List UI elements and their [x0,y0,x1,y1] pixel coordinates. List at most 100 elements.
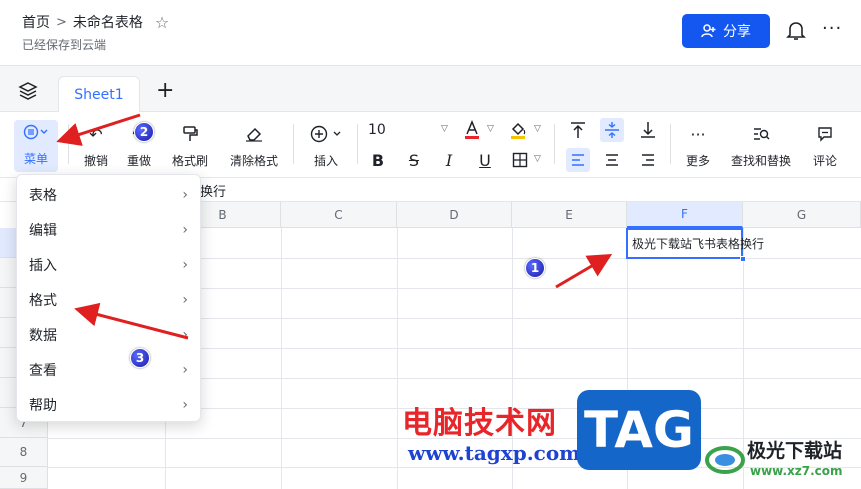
add-sheet-icon[interactable]: + [156,78,174,103]
eraser-icon [245,122,263,146]
chevron-down-icon[interactable]: ▽ [534,124,541,134]
align-left-icon[interactable] [566,148,590,172]
menu-item-data[interactable]: 数据 › [17,317,202,352]
align-center-icon[interactable] [600,148,624,172]
more-options-icon[interactable]: ··· [822,18,842,39]
comment-label: 评论 [812,154,837,168]
menu-item-edit[interactable]: 编辑 › [17,212,202,247]
fill-handle[interactable] [740,256,746,262]
border-icon[interactable] [508,148,532,172]
insert-button[interactable]: 插入 [306,122,346,169]
insert-label: 插入 [313,154,338,168]
align-bottom-icon[interactable] [636,118,660,142]
find-replace-icon [752,122,770,146]
align-top-icon[interactable] [566,118,590,142]
font-size-select[interactable]: 10 [368,118,408,142]
find-replace-label: 查找和替换 [730,154,791,168]
format-painter-button[interactable]: 格式刷 [168,122,212,169]
menu-item-label: 表格 [29,187,57,204]
chevron-right-icon: › [182,221,188,238]
more-icon: ··· [690,124,706,144]
chevron-right-icon: > [56,14,67,30]
italic-icon[interactable]: I [437,148,461,172]
menu-icon [23,120,49,144]
tab-sheet1[interactable]: Sheet1 [58,76,140,113]
watermark-url: www.tagxp.com [408,441,581,465]
main-menu-dropdown: 表格 › 编辑 › 插入 › 格式 › 数据 › 查看 › 帮助 › [16,174,201,422]
chevron-right-icon: › [182,256,188,273]
save-status: 已经保存到云端 [22,38,107,52]
menu-item-label: 数据 [29,327,57,344]
watermark-site-url: www.xz7.com [750,464,843,478]
toolbar-divider [293,124,294,164]
share-label: 分享 [723,24,751,40]
watermark-tag-logo: TAG [577,390,701,470]
toolbar-divider [670,124,671,164]
clear-format-label: 清除格式 [229,154,278,168]
menu-item-help[interactable]: 帮助 › [17,387,202,422]
align-right-icon[interactable] [636,148,660,172]
undo-button[interactable]: ↶ 撤销 [80,122,112,169]
toolbar-divider [68,124,69,164]
row-header-9[interactable]: 9 [0,467,48,489]
row-header-8[interactable]: 8 [0,438,48,467]
menu-item-label: 编辑 [29,222,57,239]
breadcrumb: 首页 > 未命名表格 ☆ [22,12,169,32]
font-color-icon[interactable] [460,118,484,142]
chevron-down-icon[interactable]: ▽ [534,154,541,164]
add-user-icon [701,24,716,38]
column-header-f[interactable]: F [627,202,743,228]
chevron-down-icon[interactable]: ▽ [441,124,448,134]
menu-item-label: 插入 [29,257,57,274]
chevron-right-icon: › [182,326,188,343]
document-title[interactable]: 未命名表格 [73,12,143,32]
more-button[interactable]: ··· 更多 [682,122,714,169]
breadcrumb-home[interactable]: 首页 [22,12,50,32]
format-painter-label: 格式刷 [171,154,208,168]
menu-label: 菜单 [23,152,48,166]
plus-circle-icon [309,122,343,146]
find-replace-button[interactable]: 查找和替换 [726,122,796,169]
menu-button[interactable]: 菜单 [14,120,58,172]
menu-item-view[interactable]: 查看 › [17,352,202,387]
strikethrough-icon[interactable]: S [402,148,426,172]
formula-bar-text: 换行 [200,185,227,200]
cell-f1-text: 极光下载站飞书表格换行 [632,237,765,251]
menu-item-label: 帮助 [29,397,57,414]
toolbar: 菜单 ↶ 撤销 ↷ 重做 格式刷 清除格式 插入 10 ▽ ▽ ▽ B [0,112,861,178]
redo-label: 重做 [126,154,151,168]
aurora-logo-icon [705,446,745,474]
watermark-site-name: 极光下载站 [747,440,843,462]
column-header-g[interactable]: G [743,202,861,228]
sheet-tab-bar: Sheet1 + [0,66,861,113]
layers-icon[interactable] [18,81,38,101]
menu-item-insert[interactable]: 插入 › [17,247,202,282]
toolbar-divider [554,124,555,164]
menu-item-format[interactable]: 格式 › [17,282,202,317]
star-icon[interactable]: ☆ [155,13,169,32]
menu-item-label: 格式 [29,292,57,309]
toolbar-divider [357,124,358,164]
column-header-d[interactable]: D [397,202,512,228]
share-button[interactable]: 分享 [682,14,770,48]
chevron-down-icon[interactable]: ▽ [487,124,494,134]
column-header-c[interactable]: C [281,202,397,228]
header: 首页 > 未命名表格 ☆ 已经保存到云端 分享 ··· [0,0,861,66]
align-middle-icon[interactable] [600,118,624,142]
format-painter-icon [182,122,198,146]
chevron-right-icon: › [182,396,188,413]
watermark-text: 电脑技术网 [402,406,557,441]
menu-item-table[interactable]: 表格 › [17,177,202,212]
column-header-e[interactable]: E [512,202,627,228]
chevron-right-icon: › [182,291,188,308]
fill-color-icon[interactable] [506,118,530,142]
undo-label: 撤销 [83,154,108,168]
comment-button[interactable]: 评论 [808,122,842,169]
menu-item-label: 查看 [29,362,57,379]
clear-format-button[interactable]: 清除格式 [226,122,282,169]
chevron-right-icon: › [182,186,188,203]
bell-icon[interactable] [786,20,806,42]
comment-icon [817,122,833,146]
underline-icon[interactable]: U [473,148,497,172]
bold-icon[interactable]: B [366,148,390,172]
